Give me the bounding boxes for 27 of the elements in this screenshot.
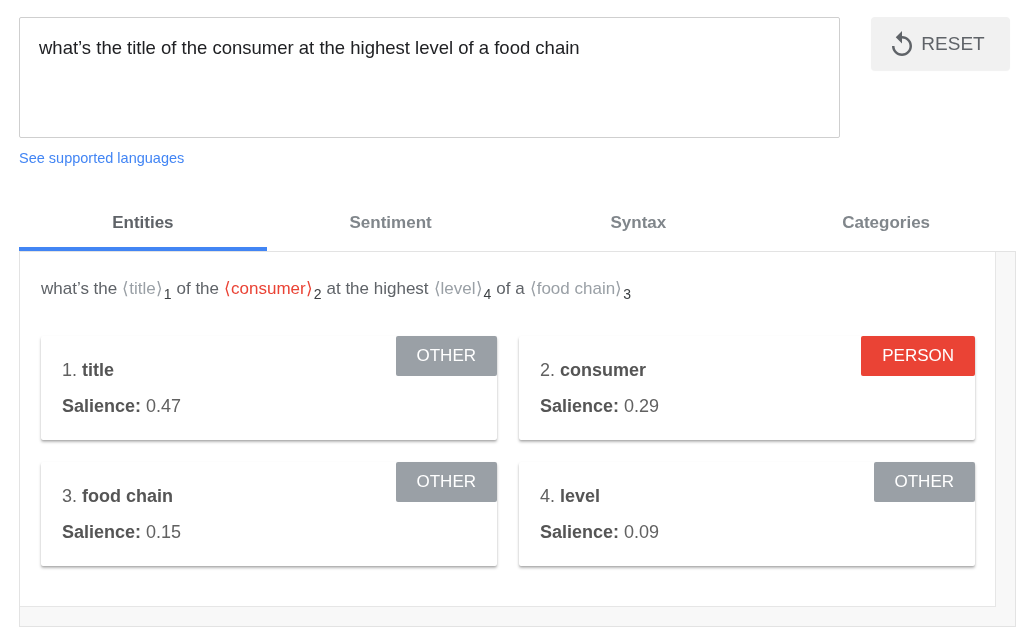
salience-text: Salience: 0.47 [62,395,183,418]
tab[interactable]: Syntax [514,199,763,251]
entity-name: 4. level [540,485,602,508]
salience-text: Salience: 0.09 [540,521,661,544]
tab[interactable]: Sentiment [266,199,515,251]
entity-name: 2. consumer [540,359,648,382]
sentence-text: at the highest [326,278,429,300]
entity-name: 3. food chain [62,485,174,508]
sentence-text: what’s the [41,278,118,300]
salience-text: Salience: 0.15 [62,521,183,544]
reset-icon [892,31,913,56]
entity-mention[interactable]: ⟨title⟩$_{1}$ [122,278,172,300]
entity-mention[interactable]: ⟨level⟩$_{4}$ [433,278,492,300]
entity-type-badge: OTHER [873,462,975,502]
entity-mention[interactable]: ⟨consumer⟩$_{2}$ [224,278,322,300]
query-field[interactable]: what’s the title of the consumer at the highest level of a food chain [19,17,840,138]
entity-type-badge: OTHER [395,462,497,502]
sentence-text: of the [176,278,220,300]
sentence-text: of a [496,278,525,300]
reset-button[interactable]: RESET [871,17,1010,70]
entity-type-badge: OTHER [395,336,497,376]
entity-name: 1. title [62,359,116,382]
entity-mention[interactable]: ⟨food chain⟩$_{3}$ [529,278,631,300]
supported-languages-link[interactable]: See supported languages [19,149,185,167]
salience-text: Salience: 0.29 [540,395,661,418]
tab[interactable]: Categories [762,199,1010,251]
entity-type-badge: PERSON [861,336,975,376]
